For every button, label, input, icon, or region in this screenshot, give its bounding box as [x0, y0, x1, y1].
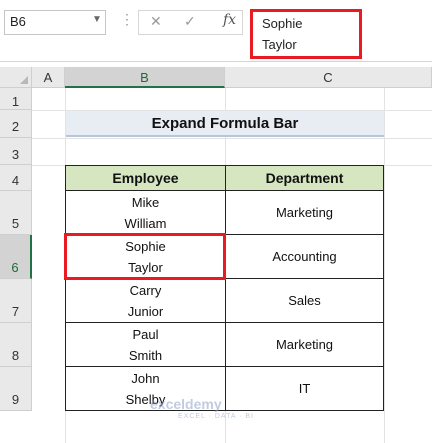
more-options-icon[interactable]: ⋮ — [120, 11, 134, 28]
cancel-icon[interactable]: ✕ — [150, 13, 162, 30]
employee-cell[interactable]: Carry Junior — [65, 278, 226, 323]
employee-cell[interactable]: Paul Smith — [65, 322, 226, 367]
employee-first-name: Mike — [131, 194, 160, 210]
header-department[interactable]: Department — [225, 165, 384, 191]
watermark-tagline: EXCEL · DATA · BI — [178, 413, 254, 420]
watermark-logo: exceldemy — [150, 396, 222, 412]
row-header-7[interactable]: 7 — [0, 279, 32, 323]
department-value: Marketing — [275, 337, 334, 352]
row-header-8[interactable]: 8 — [0, 323, 32, 367]
department-value: Accounting — [272, 249, 337, 264]
chevron-down-icon[interactable]: ▼ — [92, 14, 102, 25]
row-header-6[interactable]: 6 — [0, 235, 32, 279]
row-header-4[interactable]: 4 — [0, 165, 32, 191]
department-value: Marketing — [275, 205, 334, 220]
row-header-9[interactable]: 9 — [0, 367, 32, 411]
employee-last-name: William — [124, 215, 167, 231]
column-header-a[interactable]: A — [32, 67, 65, 88]
employee-first-name: Carry — [129, 282, 162, 298]
employee-last-name: Junior — [127, 303, 164, 319]
formula-line-2: Taylor — [262, 37, 297, 52]
gridline — [32, 138, 432, 139]
row-header-2[interactable]: 2 — [0, 110, 32, 138]
employee-first-name: Paul — [132, 326, 159, 342]
department-value: Sales — [288, 293, 321, 308]
enter-icon[interactable]: ✓ — [184, 13, 196, 30]
employee-cell[interactable]: Mike William — [65, 190, 226, 235]
department-value: IT — [298, 381, 311, 396]
selected-cell-highlight — [64, 233, 226, 280]
formula-line-1: Sophie — [262, 16, 303, 31]
insert-function-icon[interactable]: fx — [223, 12, 236, 28]
row-header-5[interactable]: 5 — [0, 191, 32, 235]
select-all-triangle — [20, 76, 28, 84]
employee-last-name: Smith — [128, 347, 163, 363]
department-cell[interactable]: Accounting — [225, 234, 384, 279]
department-cell[interactable]: Marketing — [225, 322, 384, 367]
employee-first-name: John — [131, 370, 160, 386]
column-header-c[interactable]: C — [225, 67, 432, 88]
header-employee[interactable]: Employee — [65, 165, 226, 191]
department-cell[interactable]: Marketing — [225, 190, 384, 235]
department-cell[interactable]: IT — [225, 366, 384, 411]
sheet-title[interactable]: Expand Formula Bar — [66, 111, 384, 137]
row-header-1[interactable]: 1 — [0, 88, 32, 110]
column-header-b[interactable]: B — [65, 67, 225, 88]
name-box-value: B6 — [10, 14, 26, 29]
gridline — [384, 88, 385, 443]
department-cell[interactable]: Sales — [225, 278, 384, 323]
row-header-3[interactable]: 3 — [0, 138, 32, 165]
